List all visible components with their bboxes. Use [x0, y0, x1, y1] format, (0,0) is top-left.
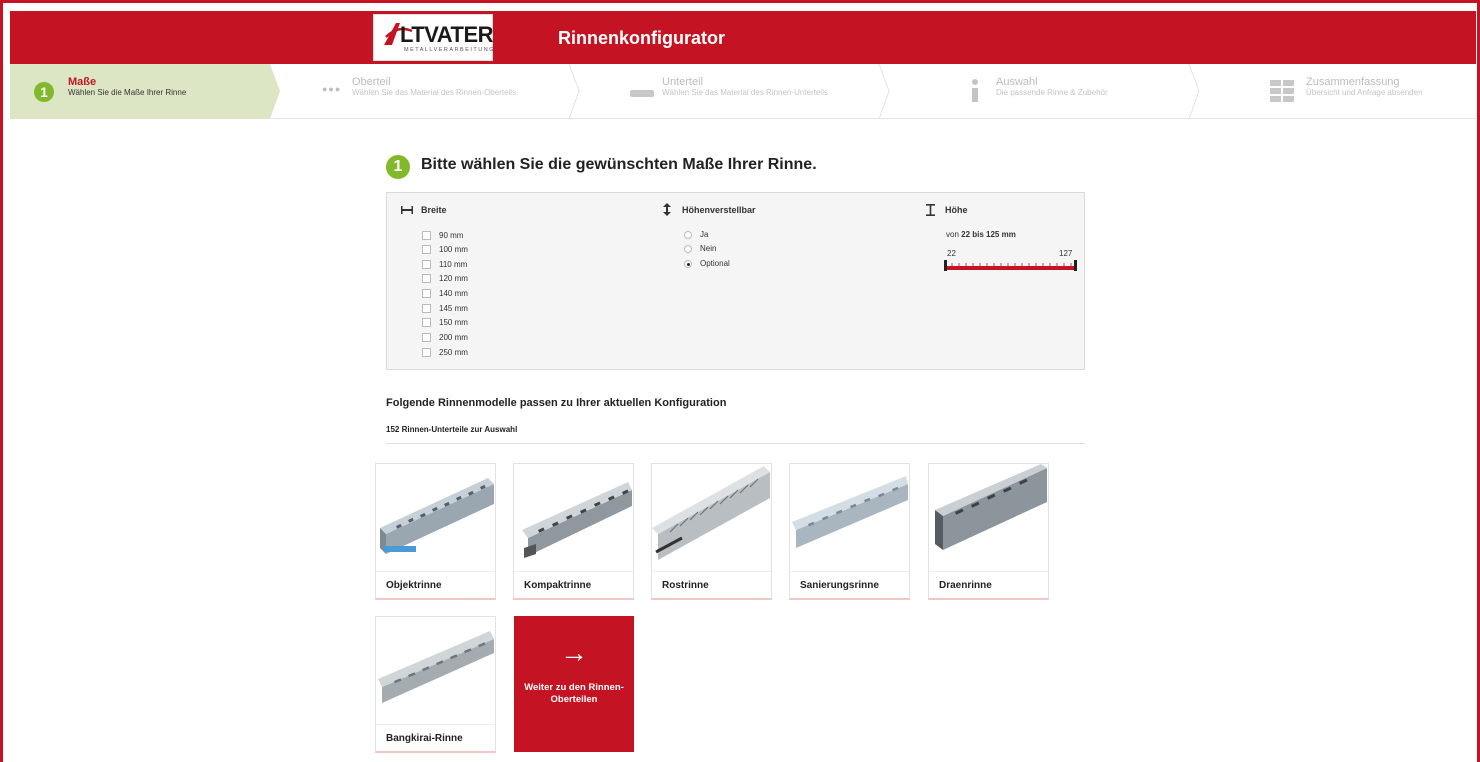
- altvater-logo[interactable]: LTVATER METALLVERARBEITUNG: [373, 14, 495, 61]
- page-frame: LTVATER METALLVERARBEITUNG Rinnenkonfigu…: [0, 0, 1480, 762]
- hoehenverstellbar-option-label: Ja: [700, 230, 709, 239]
- breite-option-label: 200 mm: [439, 333, 468, 342]
- step-masse[interactable]: 1 Maße Wählen Sie die Maße Ihrer Rinne: [10, 64, 280, 119]
- breite-option-label: 100 mm: [439, 245, 468, 254]
- bar-icon: [630, 90, 654, 97]
- product-name: Draenrinne: [939, 580, 992, 591]
- product-card-draenrinne[interactable]: Draenrinne: [928, 463, 1049, 600]
- step-separator: [1188, 64, 1200, 119]
- breite-option-label: 250 mm: [439, 348, 468, 357]
- hoehenverstellbar-option-label: Optional: [700, 259, 730, 268]
- step-title: Unterteil: [662, 76, 703, 88]
- slider-min-label: 22: [947, 249, 956, 258]
- height-icon: [926, 204, 935, 216]
- step-description: Wählen Sie die Maße Ihrer Rinne: [68, 88, 187, 97]
- section-number: 1: [386, 155, 410, 179]
- breite-label: Breite: [421, 205, 447, 215]
- step-number: 1: [34, 82, 54, 102]
- breite-checkbox[interactable]: [422, 304, 431, 313]
- breite-checkbox[interactable]: [422, 333, 431, 342]
- step-separator: [878, 64, 890, 119]
- product-name: Objektrinne: [386, 580, 442, 591]
- results-title: Folgende Rinnenmodelle passen zu Ihrer a…: [386, 397, 727, 409]
- breite-checkbox[interactable]: [422, 231, 431, 240]
- breite-option-label: 120 mm: [439, 274, 468, 283]
- product-card-sanierungsrinne[interactable]: Sanierungsrinne: [789, 463, 910, 600]
- breite-checkbox[interactable]: [422, 245, 431, 254]
- step-description: Übersicht und Anfrage absenden: [1306, 88, 1423, 97]
- filter-panel: [386, 192, 1085, 370]
- step-separator: [568, 64, 580, 119]
- vertical-arrows-icon: [663, 203, 671, 216]
- product-image: [514, 464, 633, 572]
- breite-option-label: 145 mm: [439, 304, 468, 313]
- product-image: [376, 464, 495, 572]
- step-chevron: [270, 64, 280, 119]
- product-card-bangkirai-rinne[interactable]: Bangkirai-Rinne: [375, 616, 496, 753]
- header-bar: LTVATER METALLVERARBEITUNG Rinnenkonfigu…: [10, 11, 1476, 64]
- step-description: Die passende Rinne & Zubehör: [996, 88, 1108, 97]
- step-description: Wählen Sie das Material des Rinnen-Unter…: [662, 88, 828, 97]
- hoehenverstellbar-radio[interactable]: [684, 231, 692, 239]
- hoehenverstellbar-radio[interactable]: [684, 245, 692, 253]
- hoehenverstellbar-label: Höhenverstellbar: [682, 205, 756, 215]
- grid-icon: [1270, 80, 1294, 102]
- step-title: Zusammenfassung: [1306, 76, 1400, 88]
- divider: [386, 443, 1085, 444]
- breite-checkbox[interactable]: [422, 348, 431, 357]
- product-image: [652, 464, 771, 572]
- breite-checkbox[interactable]: [422, 274, 431, 283]
- product-card-kompaktrinne[interactable]: Kompaktrinne: [513, 463, 634, 600]
- dots-icon: ●●●: [322, 84, 342, 94]
- step-auswahl[interactable]: Auswahl Die passende Rinne & Zubehör: [890, 64, 1200, 119]
- next-button-label: Weiter zu den Rinnen-Oberteilen: [524, 682, 624, 705]
- width-icon: [401, 206, 413, 214]
- product-name: Bangkirai-Rinne: [386, 733, 463, 744]
- step-title: Auswahl: [996, 76, 1038, 88]
- slider-handle-max[interactable]: [1074, 260, 1077, 271]
- breite-checkbox[interactable]: [422, 260, 431, 269]
- step-description: Wählen Sie das Material des Rinnen-Obert…: [352, 88, 517, 97]
- breite-option-label: 110 mm: [439, 260, 468, 269]
- breite-option-label: 90 mm: [439, 231, 464, 240]
- product-card-rostrinne[interactable]: Rostrinne: [651, 463, 772, 600]
- next-to-oberteile-button[interactable]: → Weiter zu den Rinnen-Oberteilen: [514, 616, 634, 752]
- product-name: Rostrinne: [662, 580, 709, 591]
- app-title: Rinnenkonfigurator: [558, 28, 725, 48]
- breite-option-label: 150 mm: [439, 318, 468, 327]
- product-image: [376, 617, 495, 725]
- results-count: 152 Rinnen-Unterteile zur Auswahl: [386, 425, 518, 434]
- slider-ticks: [951, 263, 1072, 267]
- step-title: Maße: [68, 76, 97, 88]
- logo-text: LTVATER: [400, 22, 494, 47]
- product-name: Sanierungsrinne: [800, 580, 879, 591]
- logo-subtitle: METALLVERARBEITUNG: [404, 47, 495, 53]
- hoehenverstellbar-radio-selected[interactable]: [684, 260, 692, 268]
- breite-checkbox[interactable]: [422, 289, 431, 298]
- hoehe-range-text: von 22 bis 125 mm: [946, 230, 1016, 239]
- slider-max-label: 127: [1059, 249, 1073, 258]
- info-icon: [972, 79, 978, 102]
- product-name: Kompaktrinne: [524, 580, 592, 591]
- product-card-objektrinne[interactable]: Objektrinne: [375, 463, 496, 600]
- hoehe-label: Höhe: [945, 205, 968, 215]
- breite-option-label: 140 mm: [439, 289, 468, 298]
- product-image: [929, 464, 1048, 572]
- slider-handle-min[interactable]: [944, 260, 947, 271]
- breite-checkbox[interactable]: [422, 318, 431, 327]
- step-oberteil[interactable]: ●●● Oberteil Wählen Sie das Material des…: [270, 64, 580, 119]
- hoehenverstellbar-option-label: Nein: [700, 244, 717, 253]
- arrow-right-icon: →: [560, 637, 588, 668]
- step-zusammenfassung[interactable]: Zusammenfassung Übersicht und Anfrage ab…: [1200, 64, 1476, 119]
- step-navigation: 1 Maße Wählen Sie die Maße Ihrer Rinne ●…: [10, 64, 1476, 119]
- product-image: [790, 464, 909, 572]
- step-unterteil[interactable]: Unterteil Wählen Sie das Material des Ri…: [580, 64, 890, 119]
- page-title: Bitte wählen Sie die gewünschten Maße Ih…: [421, 156, 817, 173]
- step-title: Oberteil: [352, 76, 391, 88]
